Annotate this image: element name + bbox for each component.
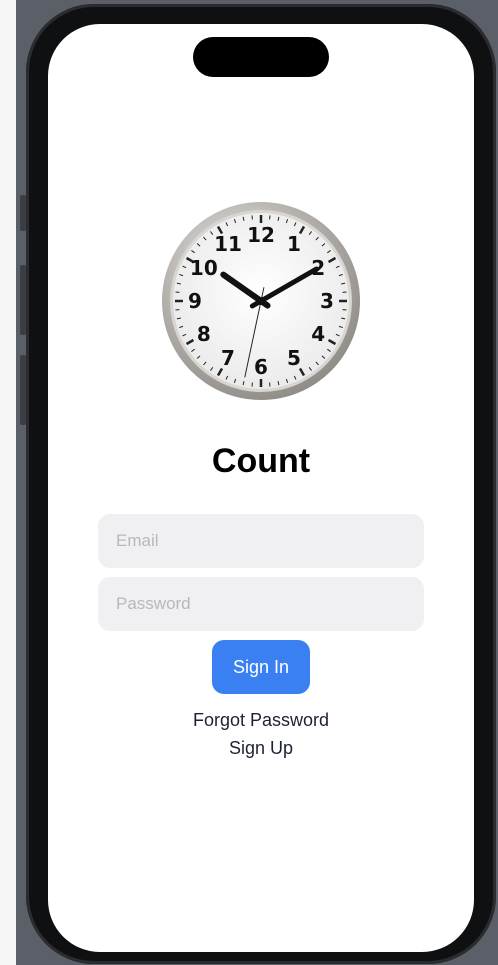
clock-numeral: 4 — [311, 322, 325, 346]
background-strip — [0, 0, 16, 965]
clock-numeral: 12 — [247, 223, 275, 247]
sign-in-button[interactable]: Sign In — [212, 640, 310, 694]
clock-center-pin — [257, 297, 265, 305]
clock-numeral: 3 — [320, 289, 334, 313]
password-field[interactable] — [98, 577, 424, 631]
clock-numeral: 6 — [254, 355, 268, 379]
dynamic-island — [193, 37, 329, 77]
clock-logo: 121234567891011 — [162, 202, 360, 400]
clock-numeral: 8 — [197, 322, 211, 346]
clock-numeral: 1 — [287, 232, 301, 256]
clock-numeral: 7 — [221, 346, 235, 370]
clock-numeral: 10 — [190, 256, 218, 280]
clock-numeral: 9 — [188, 289, 202, 313]
email-field[interactable] — [98, 514, 424, 568]
phone-screen: 121234567891011 Count Sign In Forgot Pas… — [48, 24, 474, 952]
clock-numeral: 5 — [287, 346, 301, 370]
sign-up-link[interactable]: Sign Up — [48, 738, 474, 759]
forgot-password-link[interactable]: Forgot Password — [48, 710, 474, 731]
app-title: Count — [211, 442, 311, 480]
clock-numeral: 11 — [214, 232, 242, 256]
